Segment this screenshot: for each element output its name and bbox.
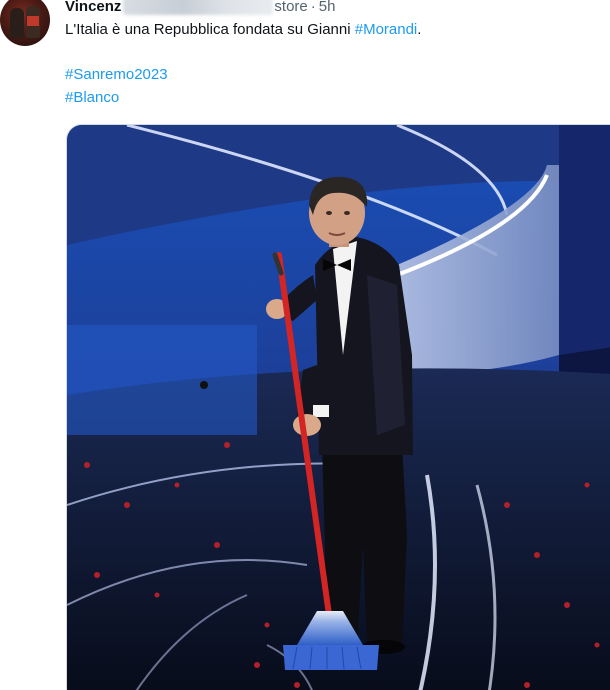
- avatar-detail: [27, 16, 39, 26]
- author-name[interactable]: Vincenz: [65, 0, 121, 15]
- separator-dot: ·: [310, 0, 316, 15]
- author-handle[interactable]: store: [274, 0, 307, 15]
- avatar-figure: [10, 8, 24, 38]
- tweet-text: L'Italia è una Repubblica fondata su Gia…: [65, 20, 421, 40]
- stage-photo-image: [67, 125, 610, 690]
- tweet-header: Vincenz store · 5h: [65, 0, 335, 16]
- tweet-timestamp[interactable]: 5h: [319, 0, 336, 15]
- hashtag-link-blanco[interactable]: #Blanco: [65, 88, 119, 108]
- tweet-media-photo[interactable]: [66, 124, 610, 690]
- hashtag-link-morandi[interactable]: #Morandi: [355, 21, 418, 38]
- author-avatar[interactable]: [0, 0, 50, 46]
- tweet-text-period: .: [417, 21, 422, 38]
- tweet-text-body: L'Italia è una Repubblica fondata su Gia…: [65, 21, 355, 38]
- redacted-handle: [123, 0, 274, 15]
- hashtag-link-sanremo2023[interactable]: #Sanremo2023: [65, 65, 168, 85]
